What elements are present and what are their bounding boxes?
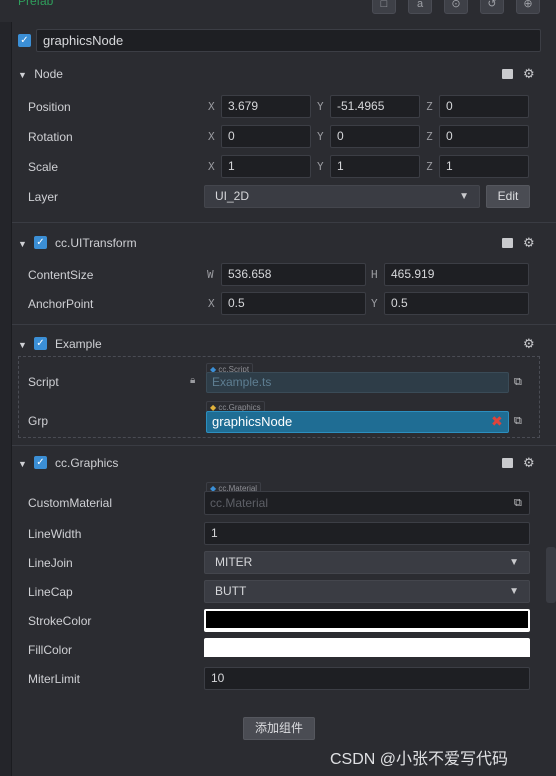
content-size-w-input[interactable]: 536.658	[221, 263, 366, 286]
rotation-z-input[interactable]: 0	[439, 125, 529, 148]
position-y-input[interactable]: -51.4965	[330, 95, 420, 118]
top-bar	[0, 0, 556, 22]
dropdown-arrow-icon: ▼	[459, 191, 469, 202]
remove-x-icon[interactable]: ✖	[491, 413, 503, 430]
gear-icon[interactable]: ⚙	[523, 456, 535, 469]
anchor-point-y-input[interactable]: 0.5	[384, 292, 529, 315]
position-z-axis[interactable]: Z	[426, 100, 433, 113]
miter-limit-label: MiterLimit	[28, 672, 81, 686]
line-width-input[interactable]: 1	[204, 522, 530, 545]
scale-x-axis[interactable]: X	[208, 160, 215, 173]
add-component-button[interactable]: 添加组件	[243, 717, 315, 740]
locate-asset-icon[interactable]: ⧉	[514, 497, 522, 510]
rotation-z-axis[interactable]: Z	[426, 130, 433, 143]
node-active-checkbox[interactable]: ✓	[18, 34, 31, 47]
section-divider	[12, 222, 556, 223]
anchor-point-x-axis[interactable]: X	[208, 297, 215, 310]
collapse-triangle-icon[interactable]: ▼	[18, 459, 27, 469]
line-cap-label: LineCap	[28, 585, 73, 599]
apply-icon[interactable]: ⊕	[516, 0, 540, 14]
layer-edit-button[interactable]: Edit	[486, 185, 530, 208]
layer-select[interactable]: UI_2D ▼	[204, 185, 480, 208]
help-book-icon[interactable]	[502, 69, 513, 79]
grp-node-field[interactable]: graphicsNode	[206, 411, 509, 433]
rotation-y-input[interactable]: 0	[330, 125, 420, 148]
node-section-title: Node	[34, 67, 63, 81]
content-size-label: ContentSize	[28, 268, 94, 282]
content-size-w-axis[interactable]: W	[207, 268, 214, 281]
graphics-enabled-checkbox[interactable]: ✓	[34, 456, 47, 469]
gear-icon[interactable]: ⚙	[523, 67, 535, 80]
node-section-header[interactable]: ▼ Node	[18, 63, 540, 85]
grp-label: Grp	[28, 414, 49, 428]
watermark-text: CSDN @小张不爱写代码	[330, 751, 509, 768]
scale-label: Scale	[28, 160, 59, 174]
content-size-h-input[interactable]: 465.919	[384, 263, 529, 286]
scale-y-axis[interactable]: Y	[317, 160, 324, 173]
line-cap-select[interactable]: BUTT ▼	[204, 580, 530, 603]
custom-material-field[interactable]: cc.Material	[204, 491, 530, 515]
rotation-label: Rotation	[28, 130, 73, 144]
fill-color-label: FillColor	[28, 643, 73, 657]
dropdown-arrow-icon: ▼	[509, 586, 519, 597]
custom-material-label: CustomMaterial	[28, 496, 113, 510]
stroke-color-swatch[interactable]	[204, 609, 530, 632]
script-label: Script	[28, 375, 59, 389]
help-book-icon[interactable]	[502, 458, 513, 468]
position-y-axis[interactable]: Y	[317, 100, 324, 113]
layer-label: Layer	[28, 190, 59, 204]
anchor-point-label: AnchorPoint	[28, 297, 94, 311]
uitransform-section-title: cc.UITransform	[55, 236, 137, 250]
position-x-axis[interactable]: X	[208, 100, 215, 113]
gear-icon[interactable]: ⚙	[523, 337, 535, 350]
square-icon[interactable]: □	[372, 0, 396, 14]
anchor-point-x-input[interactable]: 0.5	[221, 292, 366, 315]
uitransform-enabled-checkbox[interactable]: ✓	[34, 236, 47, 249]
help-book-icon[interactable]	[502, 238, 513, 248]
fill-color-swatch[interactable]	[204, 638, 530, 661]
dropdown-arrow-icon: ▼	[509, 557, 519, 568]
prefab-label: Prefab	[18, 0, 54, 8]
anchor-point-y-axis[interactable]: Y	[371, 297, 378, 310]
node-name-input[interactable]: graphicsNode	[36, 29, 541, 52]
locate-node-icon[interactable]: ⧉	[514, 415, 522, 428]
collapse-triangle-icon[interactable]: ▼	[18, 340, 27, 350]
scale-y-input[interactable]: 1	[330, 155, 420, 178]
link-icon[interactable]: ⊙	[444, 0, 468, 14]
position-x-input[interactable]: 3.679	[221, 95, 311, 118]
rotation-x-axis[interactable]: X	[208, 130, 215, 143]
left-gutter	[0, 22, 12, 776]
lock-icon: 🔒︎	[190, 375, 196, 386]
line-width-label: LineWidth	[28, 527, 82, 541]
side-scrollbar[interactable]	[546, 547, 556, 603]
line-join-select[interactable]: MITER ▼	[204, 551, 530, 574]
scale-x-input[interactable]: 1	[221, 155, 311, 178]
layer-select-value: UI_2D	[215, 189, 250, 203]
rotation-x-input[interactable]: 0	[221, 125, 311, 148]
rotation-y-axis[interactable]: Y	[317, 130, 324, 143]
position-z-input[interactable]: 0	[439, 95, 529, 118]
example-enabled-checkbox[interactable]: ✓	[34, 337, 47, 350]
scale-z-axis[interactable]: Z	[426, 160, 433, 173]
collapse-triangle-icon[interactable]: ▼	[18, 70, 27, 80]
stroke-color-label: StrokeColor	[28, 614, 92, 628]
script-asset-field: Example.ts	[206, 372, 509, 393]
line-join-label: LineJoin	[28, 556, 73, 570]
content-size-h-axis[interactable]: H	[371, 268, 378, 281]
example-section-title: Example	[55, 337, 102, 351]
line-join-value: MITER	[215, 555, 253, 569]
section-divider	[12, 445, 556, 446]
collapse-triangle-icon[interactable]: ▼	[18, 239, 27, 249]
revert-icon[interactable]: ↺	[480, 0, 504, 14]
line-cap-value: BUTT	[215, 584, 247, 598]
text-icon[interactable]: a	[408, 0, 432, 14]
scale-z-input[interactable]: 1	[439, 155, 529, 178]
locate-asset-icon[interactable]: ⧉	[514, 376, 522, 389]
section-divider	[12, 324, 556, 325]
graphics-section-title: cc.Graphics	[55, 456, 119, 470]
miter-limit-input[interactable]: 10	[204, 667, 530, 690]
position-label: Position	[28, 100, 71, 114]
gear-icon[interactable]: ⚙	[523, 236, 535, 249]
